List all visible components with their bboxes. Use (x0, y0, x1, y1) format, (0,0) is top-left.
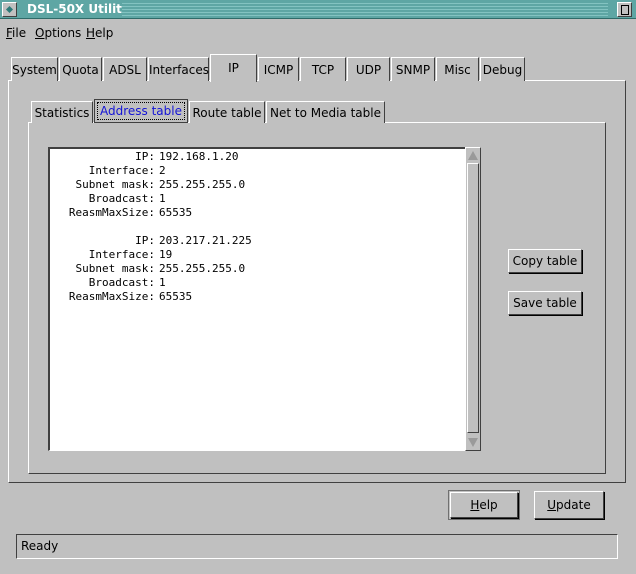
tab-system[interactable]: System (11, 57, 58, 81)
address-table-textbox[interactable]: IP: 192.168.1.20 Interface: 2 Subnet mask:… (48, 147, 467, 451)
menu-options[interactable]: Options (35, 24, 81, 42)
entry-row-broadcast: Broadcast: 1 (88, 192, 166, 205)
update-button[interactable]: Update (534, 491, 604, 519)
entry-row-ip: IP: 203.217.21.225 (135, 234, 252, 247)
scroll-up-icon[interactable] (468, 151, 478, 160)
tab-udp[interactable]: UDP (347, 57, 390, 81)
tab-adsl[interactable]: ADSL (103, 57, 147, 81)
window-title: DSL-50X Utility (27, 2, 130, 16)
status-bar: Ready (16, 534, 618, 559)
menu-file[interactable]: File (6, 24, 26, 42)
subtab-route-table[interactable]: Route table (189, 101, 265, 123)
vertical-scrollbar[interactable] (465, 147, 481, 451)
tab-tcp[interactable]: TCP (300, 57, 346, 81)
address-entry: IP: 203.217.21.225 Interface: 19 Subnet ma… (50, 234, 466, 304)
entry-row-ip: IP: 192.168.1.20 (135, 150, 239, 163)
entry-row-broadcast: Broadcast: 1 (88, 276, 166, 289)
tab-icmp[interactable]: ICMP (258, 57, 299, 81)
window-menu-icon[interactable] (2, 2, 17, 17)
entry-row-reasm-max-size: ReasmMaxSize: 65535 (68, 206, 193, 219)
subtab-net-to-media-table[interactable]: Net to Media table (266, 101, 385, 123)
menu-bar: File Options Help (0, 24, 636, 42)
subtab-address-table[interactable]: Address table (94, 99, 188, 123)
save-table-button[interactable]: Save table (508, 291, 582, 315)
entry-row-subnet-mask: Subnet mask: 255.255.255.0 (75, 178, 246, 191)
address-entry: IP: 192.168.1.20 Interface: 2 Subnet mask:… (50, 150, 466, 220)
maximize-icon[interactable] (617, 2, 632, 17)
copy-table-button[interactable]: Copy table (508, 249, 582, 273)
tab-ip[interactable]: IP (210, 54, 257, 82)
menu-help[interactable]: Help (86, 24, 113, 42)
tab-quota[interactable]: Quota (59, 57, 102, 81)
entry-row-reasm-max-size: ReasmMaxSize: 65535 (68, 290, 193, 303)
scroll-down-icon[interactable] (468, 438, 478, 447)
tab-snmp[interactable]: SNMP (391, 57, 435, 81)
entry-row-interface: Interface: 19 (88, 248, 173, 261)
help-button[interactable]: Help (448, 490, 520, 520)
title-bar-stripes (122, 3, 608, 16)
tab-interfaces[interactable]: Interfaces (148, 57, 209, 81)
entry-row-interface: Interface: 2 (88, 164, 166, 177)
scroll-thumb[interactable] (467, 163, 479, 433)
title-bar[interactable]: DSL-50X Utility (0, 0, 636, 19)
tab-misc[interactable]: Misc (436, 57, 479, 81)
tab-debug[interactable]: Debug (480, 57, 525, 81)
entry-row-subnet-mask: Subnet mask: 255.255.255.0 (75, 262, 246, 275)
subtab-statistics[interactable]: Statistics (31, 101, 93, 123)
